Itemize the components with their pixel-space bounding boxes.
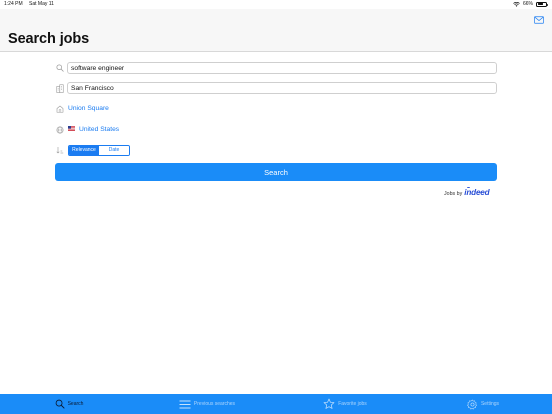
area-value[interactable]: Union Square [68,103,109,115]
mail-button[interactable] [533,15,544,25]
area-row[interactable]: Union Square [55,103,497,115]
status-bar: 1:24 PM Sat May 11 66% [0,0,552,9]
list-icon [179,400,191,408]
battery-fill [537,3,543,5]
navigation-header: Search jobs [0,9,552,52]
country-label: United States [79,126,120,133]
envelope-icon [533,16,544,24]
status-time: 1:24 PM [4,1,23,7]
tab-bar: Search Previous searches Favorite jobs S… [0,394,552,414]
indeed-attribution[interactable]: Jobs by indeed [444,186,490,197]
battery-icon [536,1,548,7]
indeed-logo-text: indeed [464,188,490,197]
tab-favorite-jobs[interactable]: Favorite jobs [276,394,414,414]
screen: 1:24 PM Sat May 11 66% Search jobs softw… [0,0,552,414]
status-left: 1:24 PM Sat May 11 [4,1,59,7]
buildings-icon [55,83,65,93]
sort-row: Relevance Date [55,144,497,156]
indeed-logo-arc [466,186,470,189]
attribution-prefix: Jobs by [444,191,463,197]
gear-icon [467,399,477,409]
tab-search[interactable]: Search [0,394,138,414]
battery-percent: 66% [522,1,533,7]
sort-date-segment[interactable]: Date [99,145,129,155]
location-input[interactable]: San Francisco [67,82,497,94]
page-title: Search jobs [8,31,90,47]
search-button[interactable]: Search [55,163,497,181]
sort-relevance-segment[interactable]: Relevance [69,145,99,155]
indeed-logo: indeed [464,186,490,197]
magnifier-icon [55,399,65,409]
us-flag-icon [68,126,75,132]
country-row[interactable]: United States [55,124,497,136]
house-icon [55,104,65,114]
keywords-input[interactable]: software engineer [67,62,497,74]
star-icon [323,398,335,409]
wifi-icon [513,1,520,7]
tab-search-label: Search [67,401,84,407]
sort-segmented-control: Relevance Date [68,144,130,156]
location-row: San Francisco [55,82,497,94]
status-date: Sat May 11 [29,1,54,7]
tab-favorite-jobs-label: Favorite jobs [338,401,367,407]
tab-settings-label: Settings [480,401,500,407]
search-icon [55,63,65,73]
tab-previous-searches[interactable]: Previous searches [138,394,276,414]
keywords-row: software engineer [55,62,497,74]
battery-tip [547,3,548,6]
sort-icon [55,145,65,155]
tab-previous-searches-label: Previous searches [193,401,236,407]
country-value[interactable]: United States [68,124,119,136]
status-right: 66% [513,1,548,7]
tab-settings[interactable]: Settings [414,394,552,414]
globe-icon [55,125,65,135]
